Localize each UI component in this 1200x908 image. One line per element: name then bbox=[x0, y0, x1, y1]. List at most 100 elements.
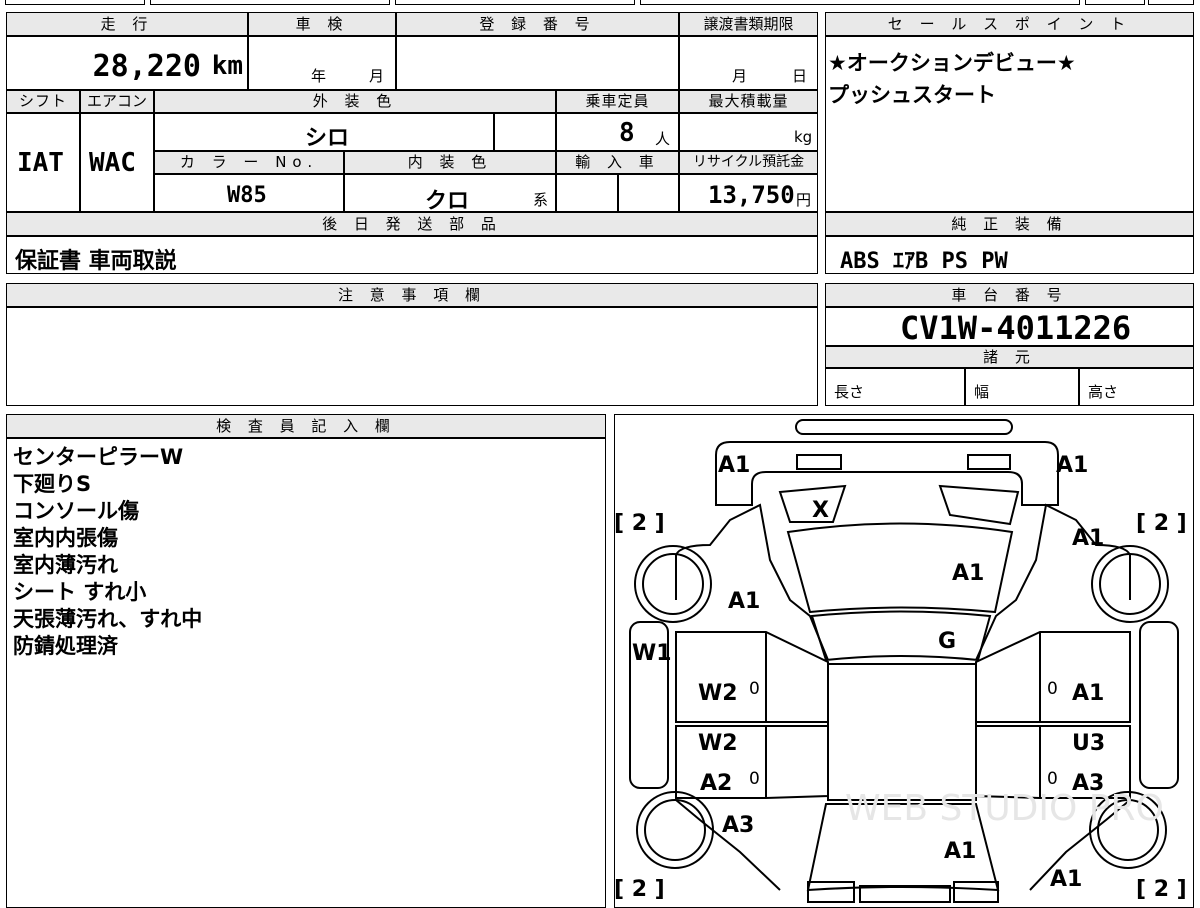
zero-right-rear: 0 bbox=[1047, 769, 1058, 789]
exterior-color-value: シロ bbox=[305, 126, 350, 151]
inspection-month: 月 bbox=[369, 67, 385, 85]
tire-bracket-front-left: [ 2 ] bbox=[614, 511, 665, 536]
import-cell-b bbox=[618, 174, 679, 212]
mileage-value: 28,220 bbox=[92, 49, 201, 84]
exterior-color-extra-cell bbox=[494, 113, 556, 151]
mark-left-rear-door: W2 bbox=[698, 731, 738, 756]
registration-header: 登 録 番 号 bbox=[396, 12, 679, 36]
cabin-panel bbox=[827, 663, 977, 801]
mark-front-left: A1 bbox=[718, 453, 750, 478]
later-parts-header: 後 日 発 送 部 品 bbox=[6, 212, 818, 236]
specs-height-cell: 高さ bbox=[1079, 368, 1194, 406]
mark-front-right: A1 bbox=[1056, 453, 1088, 478]
notes-cell bbox=[6, 307, 818, 406]
mark-right-front-door: A1 bbox=[1072, 681, 1104, 706]
specs-length-cell: 長さ bbox=[825, 368, 965, 406]
sales-point-line-1: ★オークションデビュー★ bbox=[828, 51, 1076, 75]
capacity-cell: 8 人 bbox=[556, 113, 679, 151]
import-cell-a bbox=[556, 174, 618, 212]
max-load-unit: kg bbox=[794, 128, 813, 146]
left-headlight bbox=[796, 454, 842, 470]
recycle-fee-cell: 13,750 円 bbox=[679, 174, 818, 212]
mark-rear-center: A1 bbox=[944, 839, 976, 864]
left-rear-tire-icon bbox=[636, 791, 714, 869]
specs-width-cell: 幅 bbox=[965, 368, 1079, 406]
genuine-equipment-cell: ABS ｴｱB PS PW bbox=[825, 236, 1194, 274]
mark-windshield: X bbox=[812, 498, 829, 523]
shift-value: IAT bbox=[17, 148, 64, 178]
sales-points-header: セ ー ル ス ポ イ ン ト bbox=[825, 12, 1194, 36]
mark-rear-right: A1 bbox=[1050, 867, 1082, 892]
right-wiper bbox=[938, 484, 1020, 526]
genuine-equipment-value: ABS ｴｱB PS PW bbox=[840, 249, 1008, 274]
inspector-line-7: 天張薄汚れ、すれ中 bbox=[13, 607, 203, 631]
zero-right-front: 0 bbox=[1047, 679, 1058, 699]
chassis-value: CV1W-4011226 bbox=[900, 309, 1132, 347]
transfer-deadline-cell: 月 日 bbox=[679, 36, 818, 90]
color-no-value: W85 bbox=[227, 183, 267, 208]
mark-left-front-fender: A1 bbox=[728, 589, 760, 614]
capacity-header: 乗車定員 bbox=[556, 90, 679, 113]
interior-color-cell: クロ 系 bbox=[344, 174, 556, 214]
mark-right-rear-door: U3 bbox=[1072, 731, 1105, 756]
tire-bracket-rear-right: [ 2 ] bbox=[1136, 877, 1187, 902]
inspector-line-6: シート すれ小 bbox=[13, 580, 147, 604]
inspection-year: 年 bbox=[311, 67, 327, 85]
zero-left-rear: 0 bbox=[749, 769, 760, 789]
mileage-cell: 28,220 km bbox=[6, 36, 248, 90]
exterior-color-header: 外 装 色 bbox=[154, 90, 556, 113]
color-no-header: カ ラ ー No. bbox=[154, 151, 344, 174]
later-parts-value: 保証書 車両取説 bbox=[15, 249, 177, 274]
chassis-header: 車 台 番 号 bbox=[825, 283, 1194, 307]
color-no-cell: W85 bbox=[154, 174, 344, 212]
left-body-outline bbox=[675, 503, 829, 661]
watermark-text: WEB STUDIO PRO bbox=[845, 788, 1164, 829]
aircon-header: エアコン bbox=[80, 90, 154, 113]
aircon-value: WAC bbox=[89, 148, 136, 178]
inspector-line-2: 下廻りS bbox=[13, 472, 92, 496]
shift-header: シフト bbox=[6, 90, 80, 113]
specs-header: 諸 元 bbox=[825, 346, 1194, 368]
specs-length-label: 長さ bbox=[834, 383, 865, 401]
car-diagram: WEB STUDIO PRO A1 A1 X A1 A1 A1 G W1 W2 … bbox=[614, 419, 1187, 903]
inspector-line-8: 防錆処理済 bbox=[13, 634, 118, 658]
rear-bumper-left bbox=[807, 881, 855, 903]
notes-header: 注 意 事 項 欄 bbox=[6, 283, 818, 307]
mark-hood: A1 bbox=[952, 561, 984, 586]
right-side-step bbox=[1139, 621, 1179, 789]
shift-cell: IAT bbox=[6, 113, 80, 212]
inspector-line-1: センターピラーW bbox=[13, 445, 184, 469]
recycle-fee-header: リサイクル預託金 bbox=[679, 151, 818, 174]
registration-cell bbox=[396, 36, 679, 90]
exterior-color-cell: シロ bbox=[154, 113, 494, 151]
aircon-cell: WAC bbox=[80, 113, 154, 212]
mark-left-pillar: W1 bbox=[632, 641, 672, 666]
chassis-cell: CV1W-4011226 bbox=[825, 307, 1194, 347]
front-outline bbox=[715, 441, 1059, 506]
inspector-cell: センターピラーW 下廻りS コンソール傷 室内内張傷 室内薄汚れ シート すれ小… bbox=[6, 438, 606, 908]
mileage-unit: km bbox=[211, 51, 243, 81]
transfer-day: 日 bbox=[792, 67, 808, 85]
max-load-cell: kg bbox=[679, 113, 818, 151]
mark-left-rear-fender: A3 bbox=[722, 813, 754, 838]
tire-bracket-front-right: [ 2 ] bbox=[1136, 511, 1187, 536]
interior-color-value: クロ bbox=[425, 189, 470, 214]
left-front-tire-icon bbox=[634, 545, 712, 623]
inspection-header: 車 検 bbox=[248, 12, 396, 36]
right-body-outline bbox=[975, 503, 1131, 661]
mark-roof: G bbox=[938, 629, 956, 654]
inspector-line-4: 室内内張傷 bbox=[13, 526, 118, 550]
max-load-header: 最大積載量 bbox=[679, 90, 818, 113]
interior-color-header: 内 装 色 bbox=[344, 151, 556, 174]
mileage-header: 走 行 bbox=[6, 12, 248, 36]
recycle-fee-unit: 円 bbox=[796, 191, 812, 209]
rear-bumper-right bbox=[953, 881, 999, 903]
interior-color-suffix: 系 bbox=[533, 191, 549, 209]
top-strip bbox=[0, 0, 1200, 6]
mark-left-front-door: W2 bbox=[698, 681, 738, 706]
roof-front-panel bbox=[810, 610, 992, 662]
sales-point-line-2: プッシュスタート bbox=[828, 83, 996, 107]
transfer-deadline-header: 譲渡書類期限 bbox=[679, 12, 818, 36]
inspector-line-3: コンソール傷 bbox=[13, 499, 139, 523]
right-front-door-panel bbox=[975, 631, 1131, 723]
